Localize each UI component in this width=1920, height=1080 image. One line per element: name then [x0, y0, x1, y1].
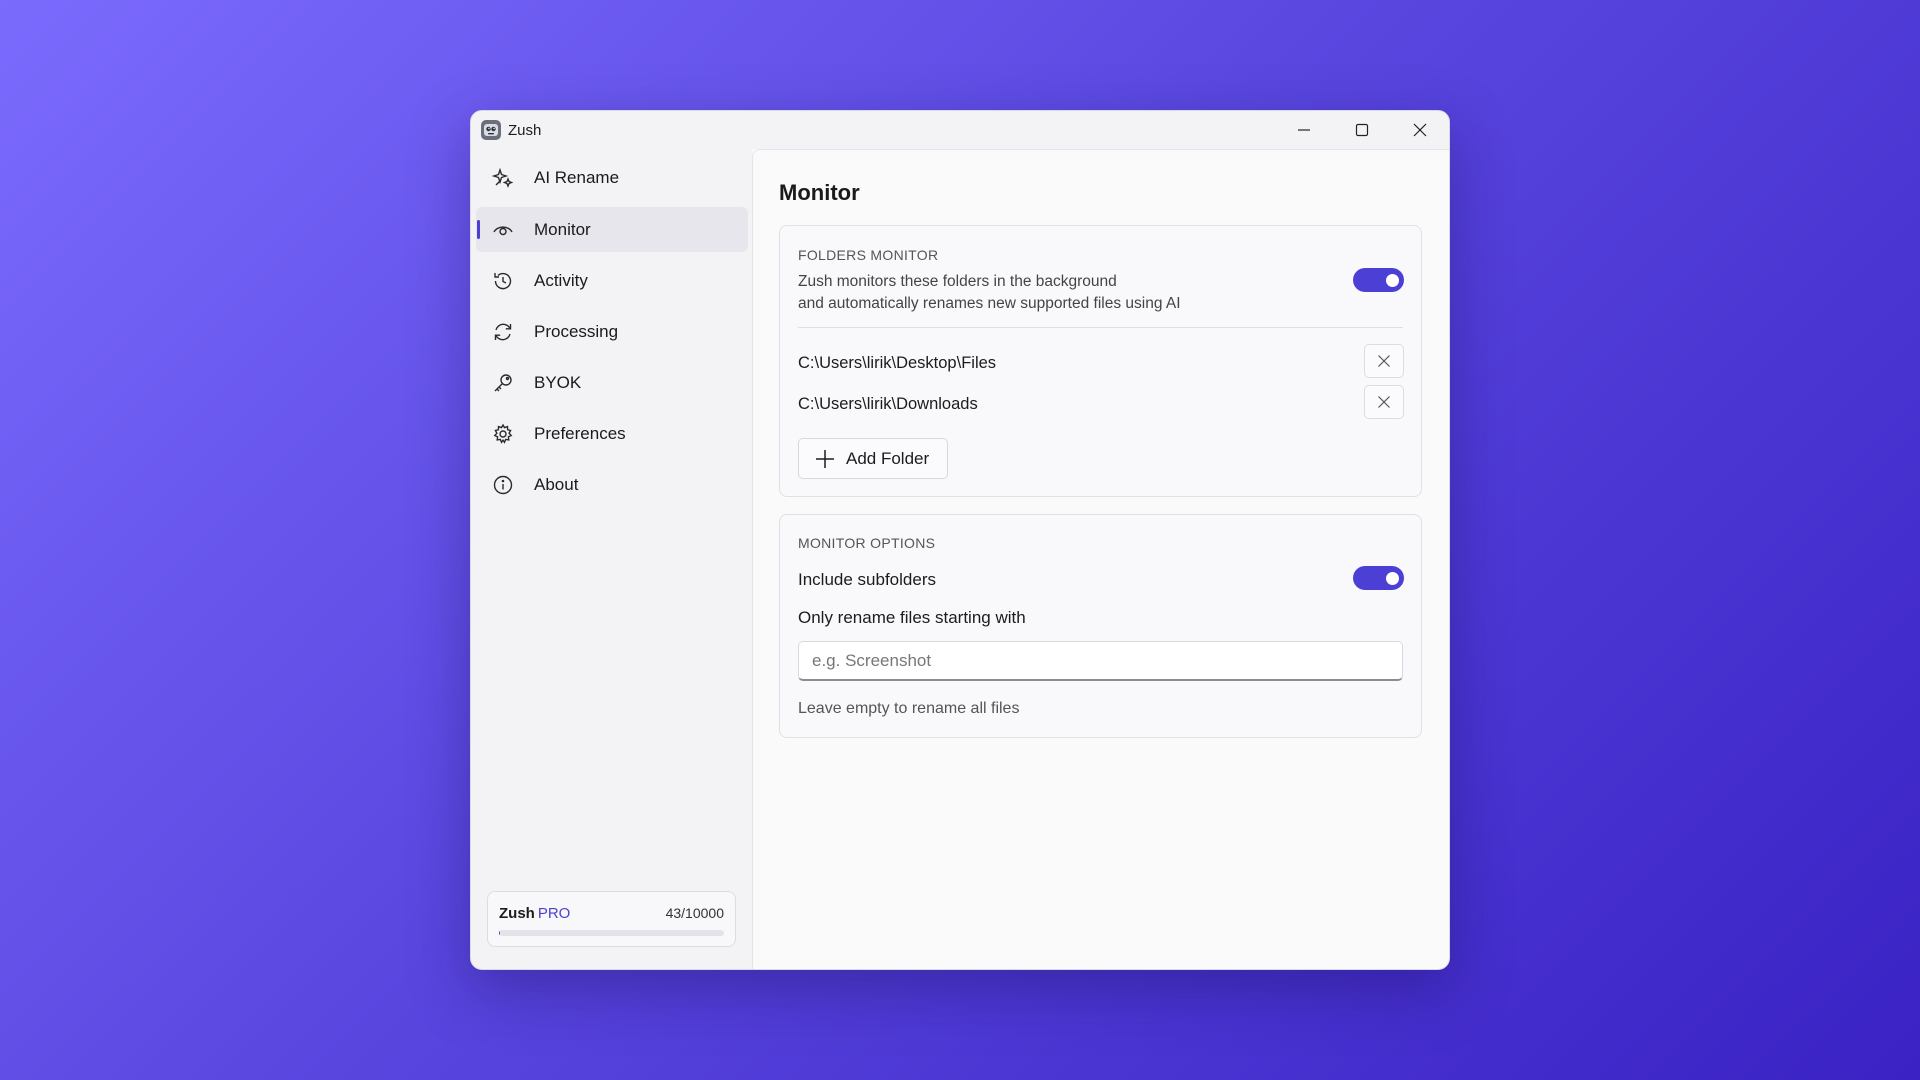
monitor-options-card: MONITOR OPTIONS Include subfolders Only … — [779, 514, 1422, 738]
sidebar-item-label: About — [534, 474, 579, 494]
title-bar[interactable]: Zush — [471, 111, 1449, 149]
active-indicator — [477, 220, 480, 239]
eye-icon — [491, 218, 515, 242]
history-icon — [491, 269, 515, 293]
plan-app-name: Zush — [499, 905, 535, 922]
sidebar-item-byok[interactable]: BYOK — [476, 360, 748, 405]
description-line: and automatically renames new supported … — [798, 295, 1181, 312]
monitor-options-title: MONITOR OPTIONS — [798, 535, 936, 551]
folders-monitor-title: FOLDERS MONITOR — [798, 247, 939, 263]
pro-badge: PRO — [537, 905, 571, 922]
usage-count: 43/10000 — [665, 905, 724, 921]
maximize-icon — [1355, 123, 1369, 137]
pro-usage-card[interactable]: Zush PRO 43/10000 — [487, 891, 736, 947]
sidebar-item-processing[interactable]: Processing — [476, 309, 748, 354]
plan-name: Zush PRO — [499, 905, 570, 922]
gear-icon — [491, 422, 515, 446]
description-line: Zush monitors these folders in the backg… — [798, 273, 1117, 290]
include-subfolders-toggle[interactable] — [1353, 566, 1404, 590]
sidebar-item-activity[interactable]: Activity — [476, 258, 748, 303]
sidebar-item-label: Preferences — [534, 423, 626, 443]
sidebar-item-label: Monitor — [534, 219, 591, 239]
sidebar: AI Rename Monitor Activity Processing BY… — [471, 149, 752, 969]
include-subfolders-label: Include subfolders — [798, 570, 936, 589]
window-controls — [1275, 111, 1449, 149]
close-icon — [1413, 123, 1427, 137]
main-content: Monitor FOLDERS MONITOR Zush monitors th… — [752, 149, 1449, 969]
prefix-filter-input[interactable] — [798, 641, 1403, 681]
add-folder-button[interactable]: Add Folder — [798, 438, 948, 479]
add-folder-label: Add Folder — [846, 448, 930, 468]
sidebar-item-label: AI Rename — [534, 167, 620, 187]
folders-monitor-description: Zush monitors these folders in the backg… — [798, 271, 1181, 315]
usage-progress-fill — [499, 930, 500, 936]
sync-icon — [491, 320, 515, 344]
page-title: Monitor — [779, 180, 860, 205]
prefix-filter-hint: Leave empty to rename all files — [798, 700, 1020, 717]
minimize-button[interactable] — [1275, 111, 1333, 149]
close-icon — [1378, 355, 1390, 367]
remove-folder-button[interactable] — [1364, 344, 1404, 378]
minimize-icon — [1298, 129, 1310, 131]
close-button[interactable] — [1391, 111, 1449, 149]
app-window: Zush AI Rename Monitor Activity Processi… — [470, 110, 1450, 970]
sidebar-item-label: Activity — [534, 270, 588, 290]
sidebar-item-monitor[interactable]: Monitor — [476, 207, 748, 252]
divider — [798, 327, 1403, 328]
window-title: Zush — [508, 121, 542, 139]
toggle-knob — [1386, 572, 1399, 585]
app-logo-icon — [481, 120, 501, 140]
sidebar-item-about[interactable]: About — [476, 462, 748, 507]
folder-path: C:\Users\lirik\Downloads — [798, 395, 978, 413]
remove-folder-button[interactable] — [1364, 385, 1404, 419]
maximize-button[interactable] — [1333, 111, 1391, 149]
sidebar-item-preferences[interactable]: Preferences — [476, 411, 748, 456]
info-icon — [491, 473, 515, 497]
close-icon — [1378, 396, 1390, 408]
usage-progress-bar — [499, 930, 724, 936]
plus-icon — [816, 449, 834, 468]
sidebar-item-ai-rename[interactable]: AI Rename — [476, 155, 748, 200]
folders-monitor-card: FOLDERS MONITOR Zush monitors these fold… — [779, 225, 1422, 497]
folders-monitor-toggle[interactable] — [1353, 268, 1404, 292]
folder-path: C:\Users\lirik\Desktop\Files — [798, 354, 997, 372]
sidebar-item-label: BYOK — [534, 372, 582, 392]
key-icon — [491, 371, 515, 395]
prefix-filter-label: Only rename files starting with — [798, 608, 1026, 627]
sidebar-item-label: Processing — [534, 321, 619, 341]
toggle-knob — [1386, 274, 1399, 287]
sparkle-icon — [491, 166, 515, 190]
